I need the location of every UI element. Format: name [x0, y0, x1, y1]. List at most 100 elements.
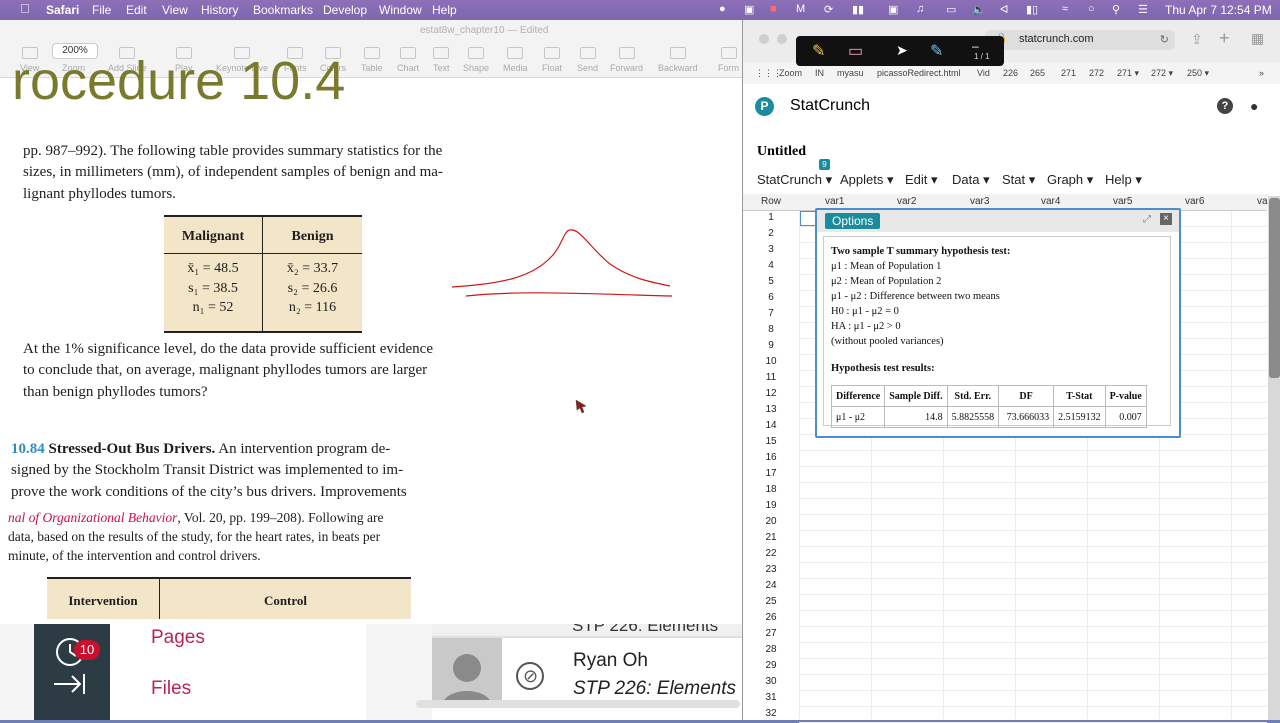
document-title[interactable]: Untitled [757, 144, 806, 160]
row-number[interactable]: 23 [755, 564, 787, 575]
menu-data[interactable]: Data ▾ [952, 172, 990, 188]
control-center-icon[interactable]: ☰ [1138, 3, 1148, 16]
row-number[interactable]: 12 [755, 388, 787, 399]
row-number[interactable]: 24 [755, 580, 787, 591]
row-number[interactable]: 5 [755, 276, 787, 287]
row-number[interactable]: 15 [755, 436, 787, 447]
menu-stat[interactable]: Stat ▾ [1002, 172, 1035, 188]
menu-graph[interactable]: Graph ▾ [1047, 172, 1093, 188]
row-number[interactable]: 26 [755, 612, 787, 623]
row-number[interactable]: 30 [755, 676, 787, 687]
menubar-clock[interactable]: Thu Apr 7 12:54 PM [1165, 3, 1272, 17]
bookmark-265[interactable]: 265 [1030, 68, 1045, 78]
unpublished-icon[interactable]: ⊘ [516, 662, 544, 690]
screen-icon[interactable]: ▣ [744, 3, 754, 16]
row-number[interactable]: 25 [755, 596, 787, 607]
row-number[interactable]: 22 [755, 548, 787, 559]
bluetooth-icon[interactable]: ᐊ [1000, 3, 1008, 16]
toolbar-forward-button[interactable]: Forward [610, 47, 643, 73]
search-icon[interactable]: ⚲ [1112, 3, 1120, 16]
scrollbar-thumb[interactable] [1269, 198, 1280, 378]
row-number[interactable]: 28 [755, 644, 787, 655]
apple-icon[interactable]:  [20, 1, 30, 16]
share-icon[interactable]: ⇪ [1191, 31, 1203, 48]
row-number[interactable]: 3 [755, 244, 787, 255]
bookmark-272-folder[interactable]: 272 ▾ [1151, 68, 1173, 79]
row-number[interactable]: 13 [755, 404, 787, 415]
nav-pages-link[interactable]: Pages [151, 627, 205, 649]
window-minimize-button[interactable] [777, 34, 787, 44]
toolbar-format-button[interactable]: Form [718, 47, 739, 73]
row-number[interactable]: 7 [755, 308, 787, 319]
user-icon[interactable]: ○ [1088, 3, 1095, 15]
account-icon[interactable]: ● [1250, 98, 1258, 114]
row-number[interactable]: 14 [755, 420, 787, 431]
row-number[interactable]: 20 [755, 516, 787, 527]
toolbar-media-button[interactable]: Media [503, 47, 528, 73]
toolbar-backward-button[interactable]: Backward [658, 47, 698, 73]
highlighter-icon[interactable]: ✎ [930, 41, 943, 61]
music-icon[interactable]: ♫ [916, 3, 924, 15]
col-header-var1[interactable]: var1 [825, 196, 844, 207]
menu-help[interactable]: Help [432, 3, 457, 17]
toolbar-chart-button[interactable]: Chart [397, 47, 419, 73]
toolbar-send-button[interactable]: Send [577, 47, 598, 73]
row-number[interactable]: 8 [755, 324, 787, 335]
vertical-scrollbar[interactable] [1268, 196, 1280, 720]
bookmark-myasu[interactable]: myasu [837, 68, 864, 78]
menu-statcrunch[interactable]: StatCrunch ▾ [757, 172, 832, 188]
bookmark-226[interactable]: 226 [1003, 68, 1018, 78]
row-number[interactable]: 31 [755, 692, 787, 703]
bookmark-271-folder[interactable]: 271 ▾ [1117, 68, 1139, 79]
nav-files-link[interactable]: Files [151, 678, 191, 700]
menu-edit[interactable]: Edit [126, 3, 147, 17]
row-number[interactable]: 29 [755, 660, 787, 671]
menu-view[interactable]: View [162, 3, 188, 17]
row-number[interactable]: 4 [755, 260, 787, 271]
toolbar-shape-button[interactable]: Shape [463, 47, 489, 73]
tab-overview-icon[interactable]: ▦ [1251, 30, 1264, 47]
toolbar-table-button[interactable]: Table [361, 47, 383, 73]
menu-develop[interactable]: Develop [323, 3, 367, 17]
row-number[interactable]: 16 [755, 452, 787, 463]
address-bar[interactable]: 🔒 statcrunch.com ↻ [985, 30, 1175, 50]
slide-canvas[interactable]: rocedure 10.4 pp. 987–992). The followin… [0, 51, 742, 624]
battery-meter-icon[interactable]: ▮▮ [852, 3, 864, 16]
menu-history[interactable]: History [201, 3, 238, 17]
pointer-icon[interactable]: ➤ [896, 42, 908, 59]
close-icon[interactable]: × [1160, 213, 1172, 225]
row-number[interactable]: 10 [755, 356, 787, 367]
bookmarks-more-icon[interactable]: » [1259, 68, 1264, 78]
battery-icon[interactable]: ▮▯ [1026, 3, 1038, 16]
col-header-var4[interactable]: var4 [1041, 196, 1060, 207]
bookmarks-grid-icon[interactable]: ⋮⋮⋮ [755, 68, 782, 79]
menu-window[interactable]: Window [379, 3, 422, 17]
row-number[interactable]: 27 [755, 628, 787, 639]
reload-icon[interactable]: ↻ [1160, 33, 1169, 46]
window-close-button[interactable] [759, 34, 769, 44]
bookmark-250-folder[interactable]: 250 ▾ [1187, 68, 1209, 79]
horizontal-scrollbar[interactable] [416, 700, 740, 708]
avatar[interactable] [432, 638, 502, 706]
record-icon[interactable]: ■ [770, 3, 777, 15]
sync-icon[interactable]: ⟳ [824, 3, 833, 16]
row-number[interactable]: 17 [755, 468, 787, 479]
mirror-icon[interactable]: ▭ [946, 3, 956, 16]
bookmark-zoom[interactable]: Zoom [779, 68, 802, 78]
menu-applets[interactable]: Applets ▾ [840, 172, 894, 188]
pencil-icon[interactable]: ✎ [812, 41, 825, 61]
bookmark-vid[interactable]: Vid [977, 68, 990, 78]
bookmark-in[interactable]: IN [815, 68, 824, 78]
col-header-var2[interactable]: var2 [897, 196, 916, 207]
minimize-icon[interactable]: – [972, 39, 979, 53]
status-dot-icon[interactable]: ● [719, 3, 726, 15]
col-header-var6[interactable]: var6 [1185, 196, 1204, 207]
mail-icon[interactable]: M [796, 3, 805, 15]
volume-icon[interactable]: 🔈 [972, 3, 986, 16]
row-number[interactable]: 21 [755, 532, 787, 543]
row-number[interactable]: 32 [755, 708, 787, 719]
row-number[interactable]: 19 [755, 500, 787, 511]
toolbar-text-button[interactable]: Text [433, 47, 450, 73]
menu-app-safari[interactable]: Safari [46, 3, 79, 17]
menu-file[interactable]: File [92, 3, 111, 17]
